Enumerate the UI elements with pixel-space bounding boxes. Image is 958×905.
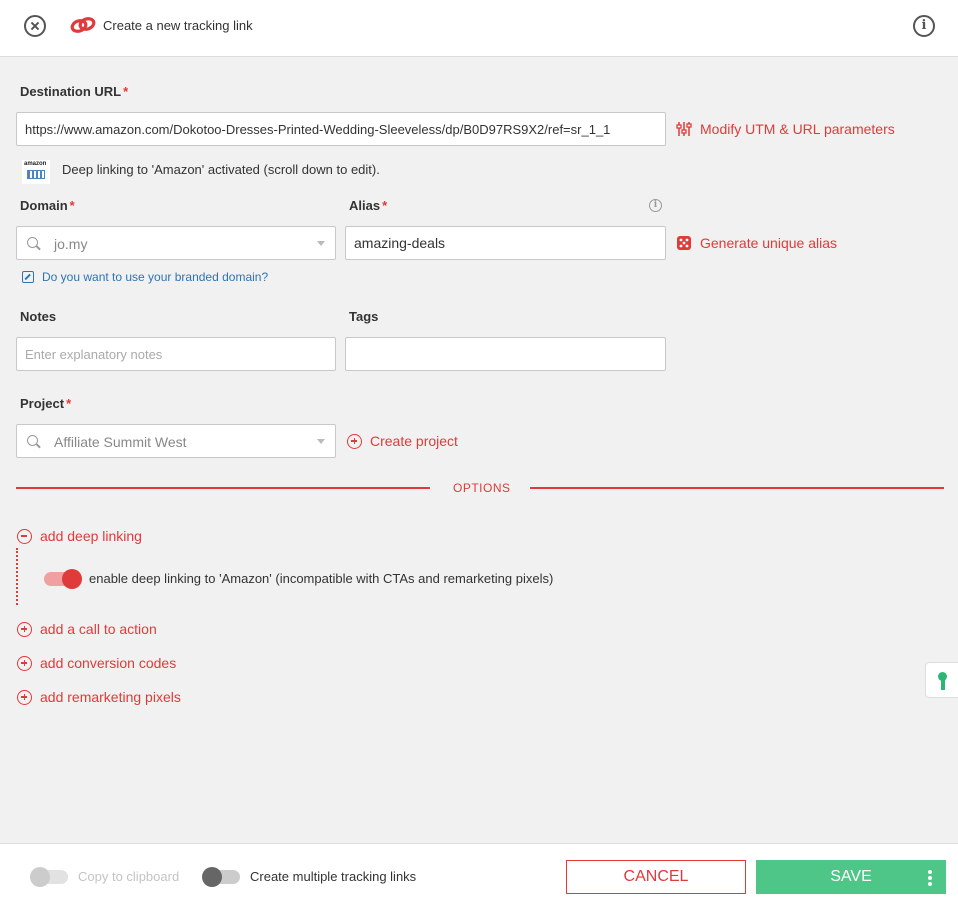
plus-circle-icon	[17, 621, 32, 637]
domain-label: Domain *	[20, 198, 75, 213]
plus-circle-icon	[17, 689, 32, 705]
search-icon	[27, 435, 38, 446]
search-icon	[27, 237, 38, 248]
link-logo-icon	[70, 17, 96, 33]
branded-domain-link[interactable]: Do you want to use your branded domain?	[22, 270, 268, 284]
project-label: Project *	[20, 396, 72, 411]
cart-icon	[27, 170, 45, 179]
minus-circle-icon	[17, 528, 32, 544]
add-conversion-codes-link[interactable]: add conversion codes	[17, 655, 176, 671]
alias-input[interactable]	[345, 226, 666, 260]
toggle-knob	[202, 867, 222, 887]
copy-to-clipboard-label: Copy to clipboard	[78, 869, 180, 884]
header: Create a new tracking link i	[0, 0, 958, 57]
amazon-logo-text: amazon	[24, 161, 47, 167]
add-deep-linking-link[interactable]: add deep linking	[17, 528, 142, 544]
add-call-to-action-link[interactable]: add a call to action	[17, 621, 157, 637]
amazon-logo: amazon	[22, 160, 50, 184]
info-icon[interactable]: i	[913, 15, 935, 37]
modify-utm-link[interactable]: Modify UTM & URL parameters	[676, 121, 895, 137]
key-icon-stem	[940, 678, 945, 690]
options-divider-left	[16, 487, 430, 489]
domain-value: jo.my	[54, 236, 88, 252]
copy-to-clipboard-toggle[interactable]	[30, 867, 68, 887]
save-label: SAVE	[830, 868, 872, 885]
chevron-down-icon	[317, 241, 325, 246]
page-title: Create a new tracking link	[103, 18, 253, 33]
alias-info-icon[interactable]: i	[649, 199, 662, 212]
deep-linking-toggle-label: enable deep linking to 'Amazon' (incompa…	[89, 571, 554, 586]
footer: Copy to clipboard Create multiple tracki…	[0, 843, 958, 905]
project-select[interactable]: Affiliate Summit West	[16, 424, 336, 458]
create-multiple-label: Create multiple tracking links	[250, 869, 417, 884]
tags-label: Tags	[349, 309, 379, 324]
destination-url-label: Destination URL *	[20, 84, 129, 99]
remarketing-pixels-label: add remarketing pixels	[40, 689, 181, 705]
branded-domain-label: Do you want to use your branded domain?	[42, 270, 269, 284]
create-project-label: Create project	[370, 433, 458, 449]
side-key-button[interactable]	[925, 662, 958, 698]
options-divider-right	[530, 487, 944, 489]
close-icon[interactable]	[24, 15, 46, 37]
toggle-knob	[62, 569, 82, 589]
more-vertical-icon[interactable]	[928, 870, 932, 886]
generate-alias-link[interactable]: Generate unique alias	[676, 235, 837, 251]
call-to-action-label: add a call to action	[40, 621, 157, 637]
sliders-icon	[676, 122, 692, 136]
cancel-button[interactable]: CANCEL	[566, 860, 746, 894]
deep-linking-toggle[interactable]	[44, 569, 82, 589]
chevron-down-icon	[317, 439, 325, 444]
deep-linking-section-bar	[16, 548, 18, 605]
domain-select[interactable]: jo.my	[16, 226, 336, 260]
tags-input[interactable]	[345, 337, 666, 371]
plus-circle-icon	[17, 655, 32, 671]
alias-label: Alias *	[349, 198, 388, 213]
options-heading: OPTIONS	[453, 481, 511, 495]
save-button[interactable]: SAVE	[756, 860, 946, 894]
external-link-icon	[22, 271, 34, 283]
destination-url-input[interactable]	[16, 112, 666, 146]
deep-link-note: Deep linking to 'Amazon' activated (scro…	[62, 162, 380, 177]
modify-utm-label: Modify UTM & URL parameters	[700, 121, 895, 137]
create-multiple-toggle[interactable]	[202, 867, 240, 887]
toggle-knob	[30, 867, 50, 887]
dice-icon	[677, 236, 691, 250]
plus-circle-icon	[347, 433, 362, 449]
create-project-link[interactable]: Create project	[347, 433, 458, 449]
add-remarketing-pixels-link[interactable]: add remarketing pixels	[17, 689, 181, 705]
notes-label: Notes	[20, 309, 57, 324]
conversion-codes-label: add conversion codes	[40, 655, 177, 671]
deep-linking-label: add deep linking	[40, 528, 142, 544]
project-value: Affiliate Summit West	[54, 434, 187, 450]
generate-alias-label: Generate unique alias	[700, 235, 837, 251]
notes-input[interactable]	[16, 337, 336, 371]
